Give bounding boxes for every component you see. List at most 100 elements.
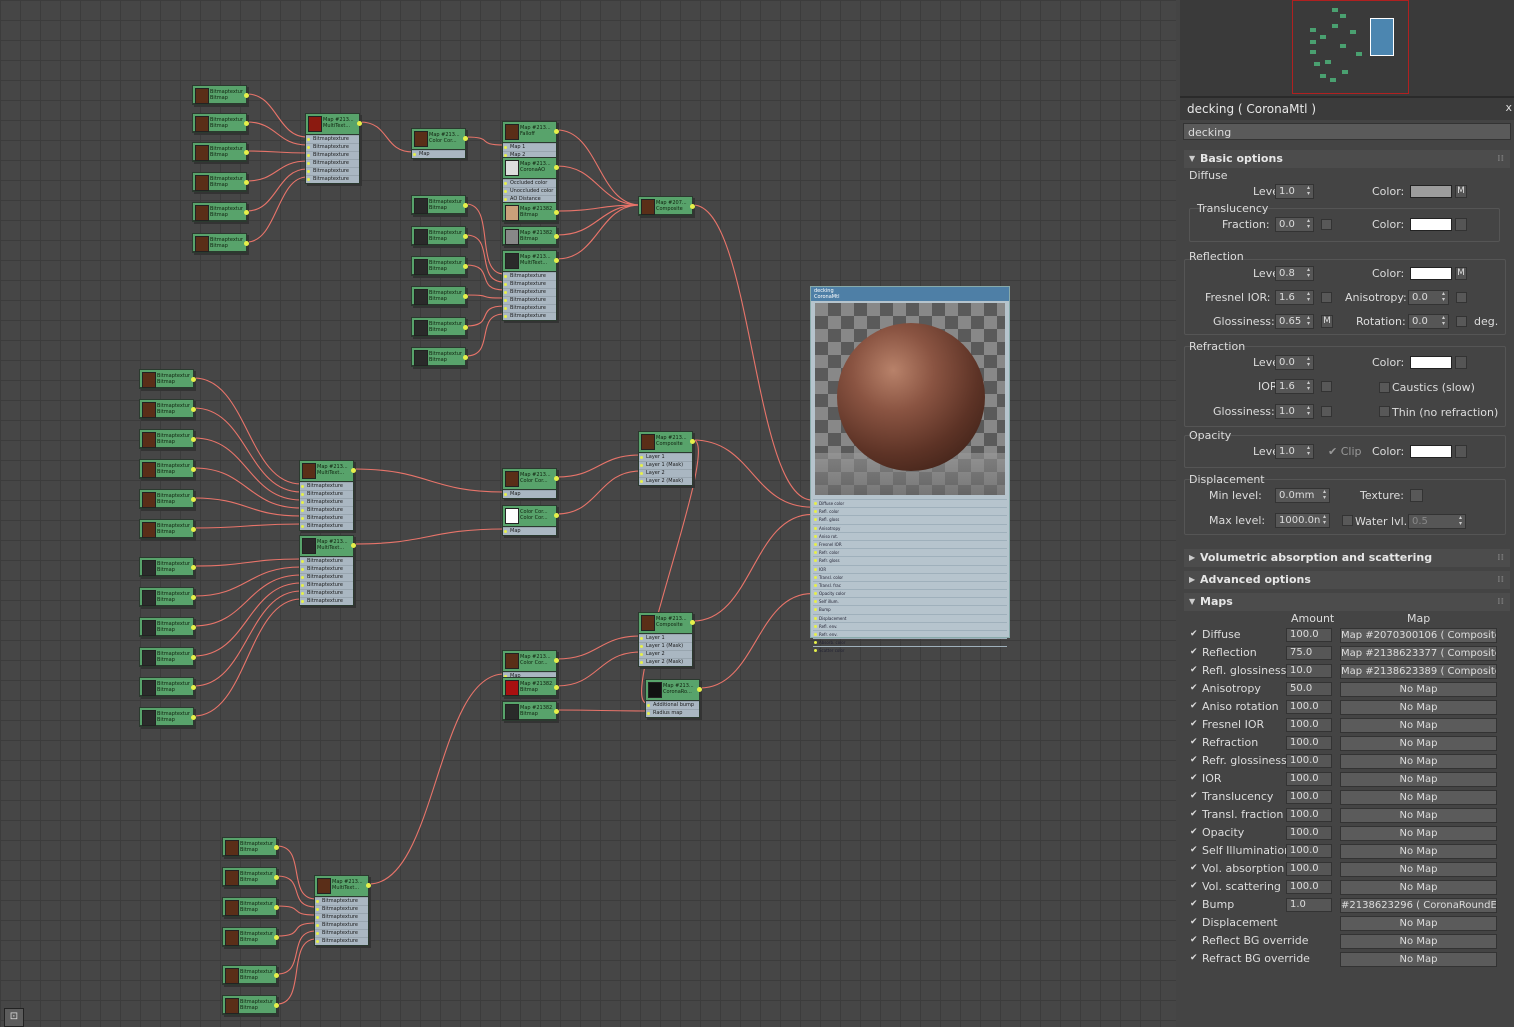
input-slot[interactable]: Layer 1 bbox=[639, 634, 692, 642]
output-socket[interactable] bbox=[191, 467, 196, 472]
fraction-map-button[interactable] bbox=[1321, 219, 1332, 230]
input-slot[interactable]: Occluded color bbox=[503, 179, 556, 187]
color-correction-node[interactable]: Map #213... Color Cor... Map bbox=[502, 468, 559, 499]
node-header[interactable]: Map #207... Composite bbox=[639, 197, 695, 215]
bitmap-node[interactable]: Bitmaptexture Bitmap bbox=[139, 489, 196, 509]
bitmap-node[interactable]: Bitmaptexture Bitmap bbox=[192, 233, 249, 253]
map-amount-spinner[interactable]: 100.0 bbox=[1286, 628, 1332, 642]
material-input-slot[interactable]: Displacement bbox=[813, 613, 1007, 622]
input-slot[interactable]: Map bbox=[412, 150, 465, 158]
output-socket[interactable] bbox=[191, 625, 196, 630]
connection-wire[interactable] bbox=[246, 168, 308, 212]
connection-wire[interactable] bbox=[276, 930, 317, 975]
output-socket[interactable] bbox=[191, 715, 196, 720]
node-header[interactable]: Bitmaptexture Bitmap bbox=[193, 234, 249, 252]
input-slot[interactable]: Map 1 bbox=[503, 143, 556, 151]
output-socket[interactable] bbox=[191, 377, 196, 382]
node-header[interactable]: Bitmaptexture Bitmap bbox=[140, 400, 196, 418]
input-slot[interactable]: Bitmaptexture bbox=[503, 288, 556, 296]
input-slot[interactable]: Bitmaptexture bbox=[503, 312, 556, 320]
map-slot-button[interactable]: No Map bbox=[1340, 754, 1497, 769]
refr-color-swatch[interactable] bbox=[1410, 356, 1452, 369]
map-amount-spinner[interactable]: 100.0 bbox=[1286, 772, 1332, 786]
composite-node[interactable]: Map #213... Composite Layer 1 Layer 1 (Mask… bbox=[638, 431, 695, 486]
map-enable-checkbox[interactable]: ✔ bbox=[1190, 701, 1198, 711]
node-header[interactable]: Bitmaptexture Bitmap bbox=[140, 460, 196, 478]
input-slot[interactable]: Bitmaptexture bbox=[300, 557, 353, 565]
connection-wire[interactable] bbox=[193, 590, 302, 687]
ior-map-button[interactable] bbox=[1321, 381, 1332, 392]
refl-color-swatch[interactable] bbox=[1410, 267, 1452, 280]
material-input-slot[interactable]: Diffuse color bbox=[813, 499, 1007, 507]
refr-gloss-map-button[interactable] bbox=[1321, 406, 1332, 417]
input-slot[interactable]: Bitmaptexture bbox=[300, 565, 353, 573]
input-slot[interactable]: Layer 2 bbox=[639, 469, 692, 477]
map-amount-spinner[interactable]: 100.0 bbox=[1286, 844, 1332, 858]
input-slot[interactable]: Bitmaptexture bbox=[300, 490, 353, 498]
bitmap-node[interactable]: Bitmaptexture Bitmap bbox=[139, 617, 196, 637]
connection-wire[interactable] bbox=[368, 673, 505, 885]
output-socket[interactable] bbox=[690, 204, 695, 209]
water-level-spinner[interactable]: 0.5 bbox=[1408, 514, 1466, 529]
close-icon[interactable]: x bbox=[1505, 101, 1512, 114]
diffuse-level-spinner[interactable]: 1.0 bbox=[1275, 184, 1314, 199]
material-input-slot[interactable]: Refr. env. bbox=[813, 630, 1007, 638]
connection-wire[interactable] bbox=[556, 454, 641, 478]
connection-wire[interactable] bbox=[193, 467, 302, 509]
refr-gloss-spinner[interactable]: 1.0 bbox=[1275, 404, 1314, 419]
output-socket[interactable] bbox=[351, 543, 356, 548]
op-level-spinner[interactable]: 1.0 bbox=[1275, 444, 1314, 459]
map-amount-spinner[interactable]: 100.0 bbox=[1286, 700, 1332, 714]
output-socket[interactable] bbox=[463, 203, 468, 208]
color-correction-node[interactable]: Color Cor... Color Cor... Map bbox=[502, 505, 559, 536]
node-header[interactable]: Map #213... MultiText... bbox=[315, 876, 371, 897]
aniso-map-button[interactable] bbox=[1456, 292, 1467, 303]
input-slot[interactable]: Bitmaptexture bbox=[315, 905, 368, 913]
output-socket[interactable] bbox=[244, 210, 249, 215]
material-input-slot[interactable]: Anisotropy bbox=[813, 523, 1007, 532]
min-level-spinner[interactable]: 0.0mm bbox=[1275, 488, 1330, 503]
material-node-decking[interactable]: decking CoronaMtl Diffuse color Refl. col… bbox=[810, 286, 1010, 653]
output-socket[interactable] bbox=[191, 565, 196, 570]
map-enable-checkbox[interactable]: ✔ bbox=[1190, 863, 1198, 873]
node-header[interactable]: Map #21382...Bitmap bbox=[503, 203, 559, 221]
output-socket[interactable] bbox=[366, 883, 371, 888]
connection-wire[interactable] bbox=[465, 294, 505, 299]
output-socket[interactable] bbox=[463, 355, 468, 360]
input-slot[interactable]: Additional bump bbox=[646, 701, 699, 709]
input-slot[interactable]: Layer 1 (Mask) bbox=[639, 461, 692, 469]
map-slot-button[interactable]: No Map bbox=[1340, 772, 1497, 787]
ior-spinner[interactable]: 1.6 bbox=[1275, 379, 1314, 394]
node-header[interactable]: Map #213... CoronaRo... bbox=[646, 680, 702, 701]
composite-node[interactable]: Map #207... Composite bbox=[638, 196, 695, 216]
bitmap-node[interactable]: Bitmaptexture Bitmap bbox=[411, 226, 468, 246]
corona-round-edges-node[interactable]: Map #213... CoronaRo... Additional bump Rad… bbox=[645, 679, 702, 718]
output-socket[interactable] bbox=[554, 210, 559, 215]
output-socket[interactable] bbox=[244, 180, 249, 185]
input-slot[interactable]: Radius map bbox=[646, 709, 699, 717]
rollout-basic-options[interactable]: ▼ Basic options ⁞⁞ bbox=[1184, 150, 1510, 168]
map-enable-checkbox[interactable]: ✔ bbox=[1190, 935, 1198, 945]
node-header[interactable]: Map #213... CoronaAO bbox=[503, 158, 559, 179]
material-input-slot[interactable]: Aniso rot. bbox=[813, 531, 1007, 540]
map-slot-button[interactable]: No Map bbox=[1340, 916, 1497, 931]
composite-node[interactable]: Map #213... Composite Layer 1 Layer 1 (Mask… bbox=[638, 612, 695, 667]
map-amount-spinner[interactable]: 100.0 bbox=[1286, 808, 1332, 822]
map-slot-button[interactable]: No Map bbox=[1340, 826, 1497, 841]
map-slot-button[interactable]: No Map bbox=[1340, 952, 1497, 967]
bitmap-node[interactable]: Bitmaptexture Bitmap bbox=[222, 867, 279, 887]
water-level-checkbox[interactable] bbox=[1342, 515, 1353, 526]
node-header[interactable]: Map #213... Falloff bbox=[503, 122, 559, 143]
output-socket[interactable] bbox=[274, 845, 279, 850]
input-slot[interactable]: Bitmaptexture bbox=[306, 159, 359, 167]
output-socket[interactable] bbox=[191, 655, 196, 660]
map-amount-spinner[interactable]: 1.0 bbox=[1286, 898, 1332, 912]
connection-wire[interactable] bbox=[276, 905, 317, 916]
diffuse-map-button[interactable]: M bbox=[1455, 185, 1467, 198]
input-slot[interactable]: Bitmaptexture bbox=[503, 280, 556, 288]
bitmap-node[interactable]: Bitmaptexture Bitmap bbox=[192, 172, 249, 192]
input-slot[interactable]: Bitmaptexture bbox=[503, 272, 556, 280]
refr-map-button[interactable] bbox=[1455, 356, 1467, 369]
connection-wire[interactable] bbox=[246, 121, 308, 146]
output-socket[interactable] bbox=[697, 687, 702, 692]
